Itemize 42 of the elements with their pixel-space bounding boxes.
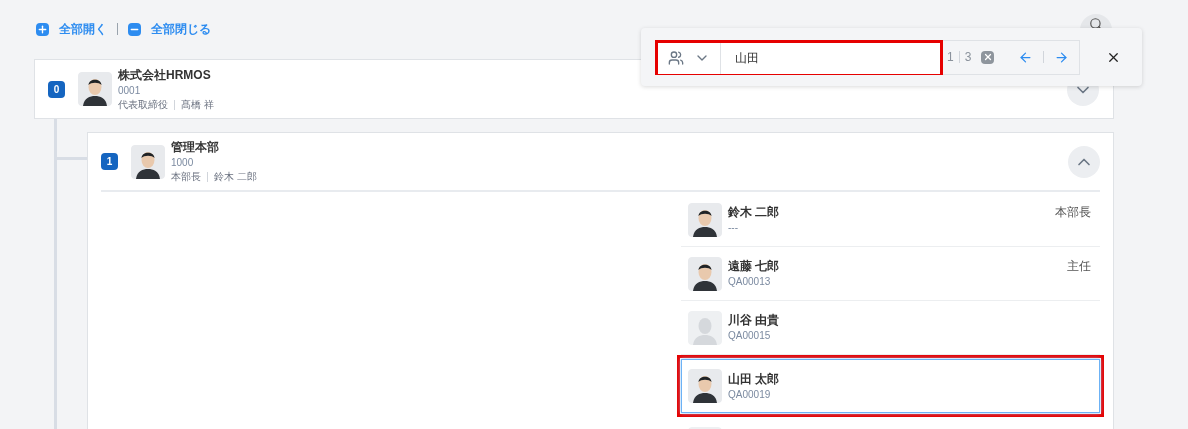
- clear-button[interactable]: [981, 50, 995, 64]
- department-name: 管理本部: [171, 139, 220, 156]
- member-name: 鈴木 二郎: [728, 204, 780, 221]
- position-text: 代表取締役: [118, 97, 168, 112]
- search-field[interactable]: 山田: [721, 42, 940, 74]
- member-row[interactable]: 鈴木 二郎 --- 本部長: [681, 193, 1100, 247]
- org-code: 0001: [118, 83, 142, 98]
- department-code: 1000: [171, 156, 195, 170]
- filter-dropdown[interactable]: [658, 42, 721, 74]
- member-code: ---: [728, 221, 739, 235]
- avatar-icon: [78, 72, 112, 106]
- member-code: QA00013: [728, 275, 772, 289]
- avatar-icon: [131, 144, 165, 179]
- minus-icon: [128, 22, 141, 36]
- next-button[interactable]: [1054, 49, 1070, 65]
- member-code: QA00015: [728, 329, 772, 343]
- search-icon: [1089, 17, 1103, 31]
- plus-icon: [36, 22, 49, 36]
- collapse-button[interactable]: [1068, 145, 1100, 178]
- org-name: 株式会社HRMOS: [118, 66, 212, 84]
- position-text: 本部長: [171, 170, 201, 184]
- member-name: 山田 太郎: [728, 370, 780, 388]
- level-badge: 1: [101, 153, 118, 170]
- manager-name: 鈴木 二郎: [214, 170, 257, 184]
- people-icon: [668, 50, 684, 66]
- previous-button[interactable]: [1018, 49, 1034, 65]
- member-row[interactable]: 遠藤 七郎 QA00013 主任: [681, 247, 1100, 301]
- member-row[interactable]: 山田 太郎 QA00019: [681, 359, 1100, 413]
- member-name: 川谷 由貴: [728, 312, 780, 329]
- avatar-icon: [688, 202, 722, 237]
- manager-name: 髙橋 祥: [181, 97, 214, 112]
- avatar-icon: [688, 256, 722, 291]
- avatar-icon: [688, 369, 722, 403]
- member-position: 主任: [1067, 258, 1091, 275]
- member-name: 遠藤 七郎: [728, 258, 780, 275]
- match-total: 3: [964, 49, 972, 66]
- match-index: 1: [947, 49, 954, 66]
- member-position: 本部長: [1055, 204, 1091, 221]
- level-badge: 0: [48, 80, 65, 98]
- member-row[interactable]: 川谷 由貴 QA00015: [681, 301, 1100, 355]
- member-code: QA00019: [728, 387, 772, 402]
- avatar-icon: [688, 310, 722, 345]
